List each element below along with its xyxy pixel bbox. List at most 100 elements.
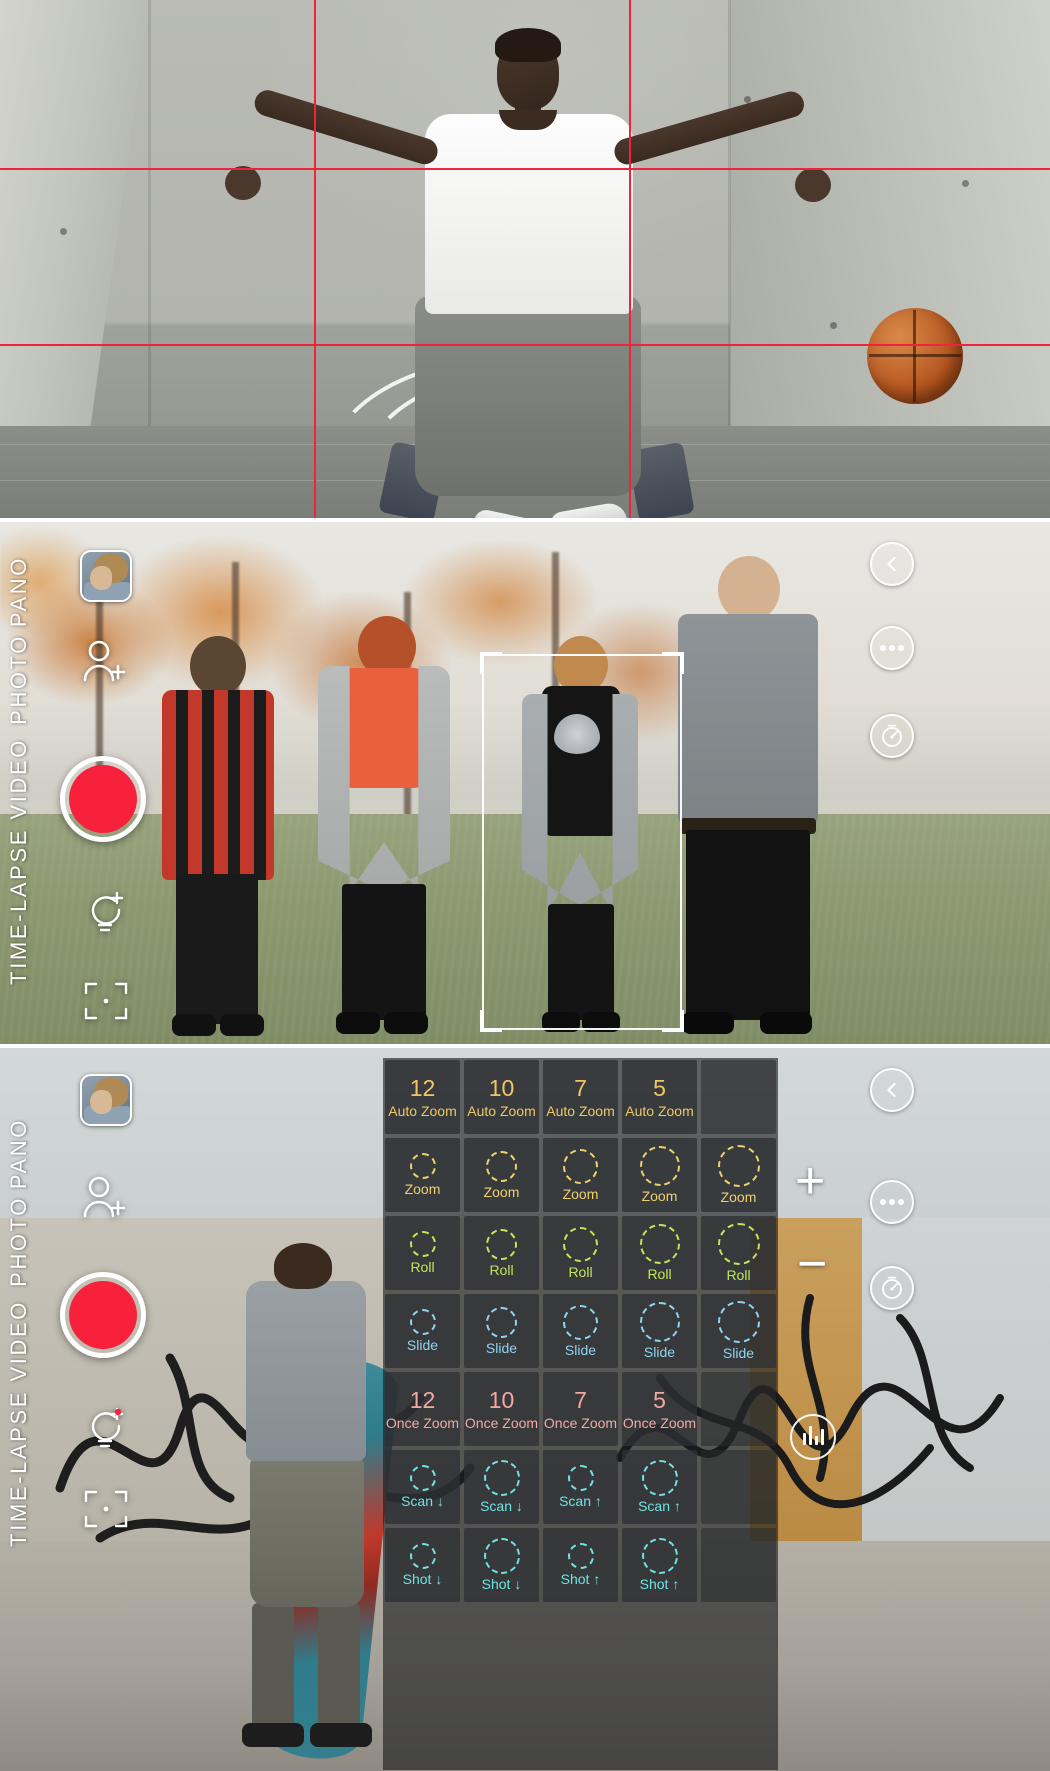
preset-label: Once Zoom	[464, 1414, 539, 1431]
preset-cell-roll-2[interactable]: Roll	[464, 1216, 539, 1290]
mode-video[interactable]: VIDEO	[6, 738, 58, 819]
collapse-button[interactable]	[870, 1068, 914, 1112]
preset-cell-shot-4[interactable]: Shot ↑	[622, 1528, 697, 1602]
preset-ring-icon	[409, 1543, 436, 1569]
preset-cell-scan-1[interactable]: Scan ↓	[385, 1450, 460, 1524]
preset-label: Once Zoom	[385, 1414, 460, 1431]
zoom-out-button[interactable]: −	[797, 1238, 827, 1290]
preset-cell-once-zoom-1[interactable]: 12 Once Zoom	[385, 1372, 460, 1446]
preset-ring-icon	[639, 1302, 680, 1342]
preset-ring-icon	[409, 1465, 436, 1491]
record-button[interactable]	[60, 1272, 146, 1358]
preset-cell-scan-3[interactable]: Scan ↑	[543, 1450, 618, 1524]
eq-bar	[808, 1426, 812, 1445]
preset-cell-empty	[701, 1450, 776, 1524]
preset-cell-roll-3[interactable]: Roll	[543, 1216, 618, 1290]
levels-button[interactable]	[790, 1414, 836, 1460]
more-button[interactable]	[870, 1180, 914, 1224]
preset-cell-auto-zoom-3[interactable]: 7 Auto Zoom	[543, 1060, 618, 1134]
fill-light-icon[interactable]	[84, 890, 126, 936]
preset-label: Roll	[726, 1267, 751, 1283]
preset-cell-scan-2[interactable]: Scan ↓	[464, 1450, 539, 1524]
motion-preset-grid: 12 Auto Zoom 10 Auto Zoom 7 Auto Zoom 5 Auto Zo…	[383, 1058, 778, 1770]
preset-cell-once-zoom-2[interactable]: 10 Once Zoom	[464, 1372, 539, 1446]
add-person-icon[interactable]	[82, 640, 128, 682]
preset-ring-icon	[717, 1145, 760, 1187]
preset-cell-roll-4[interactable]: Roll	[622, 1216, 697, 1290]
preset-ring-icon	[717, 1301, 760, 1343]
preset-cell-slide-2[interactable]: Slide	[464, 1294, 539, 1368]
preset-cell-scan-4[interactable]: Scan ↑	[622, 1450, 697, 1524]
preset-label: Shot ↓	[481, 1576, 522, 1592]
preset-cell-zoom-3[interactable]: Zoom	[543, 1138, 618, 1212]
mode-time-lapse[interactable]: TIME-LAPSE	[6, 828, 58, 985]
preset-ring-icon	[563, 1148, 598, 1184]
preset-cell-auto-zoom-4[interactable]: 5 Auto Zoom	[622, 1060, 697, 1134]
timer-button[interactable]	[870, 1266, 914, 1310]
timer-button[interactable]	[870, 714, 914, 758]
preset-label: Slide	[485, 1339, 518, 1356]
mode-video[interactable]: VIDEO	[6, 1300, 58, 1381]
mode-pano[interactable]: PANO	[6, 1118, 58, 1189]
preset-cell-once-zoom-4[interactable]: 5 Once Zoom	[622, 1372, 697, 1446]
preset-cell-zoom-5[interactable]: Zoom	[701, 1138, 776, 1212]
zoom-in-button[interactable]: +	[795, 1155, 825, 1207]
preset-label: Slide	[564, 1341, 597, 1358]
wall-bolt	[830, 322, 837, 329]
preset-cell-zoom-1[interactable]: Zoom	[385, 1138, 460, 1212]
person-woman	[310, 616, 460, 1036]
timer-icon	[882, 1276, 902, 1299]
preset-label: Slide	[722, 1345, 755, 1361]
preset-ring-icon	[567, 1543, 594, 1569]
preset-cell-once-zoom-3[interactable]: 7 Once Zoom	[543, 1372, 618, 1446]
preset-cell-shot-1[interactable]: Shot ↓	[385, 1528, 460, 1602]
record-button[interactable]	[60, 756, 146, 842]
more-button[interactable]	[870, 626, 914, 670]
mode-time-lapse[interactable]: TIME-LAPSE	[6, 1390, 58, 1547]
preset-cell-zoom-4[interactable]: Zoom	[622, 1138, 697, 1212]
preset-label: Once Zoom	[543, 1414, 618, 1431]
preset-cell-slide-4[interactable]: Slide	[622, 1294, 697, 1368]
preset-ring-icon	[409, 1309, 436, 1335]
chevron-left-icon	[887, 556, 896, 572]
preset-cell-auto-zoom-2[interactable]: 10 Auto Zoom	[464, 1060, 539, 1134]
subject-tracking-frame[interactable]	[480, 652, 684, 1032]
preset-label: Shot ↑	[560, 1571, 601, 1587]
preset-cell-zoom-2[interactable]: Zoom	[464, 1138, 539, 1212]
focus-frame-icon[interactable]	[82, 980, 130, 1022]
preset-cell-slide-5[interactable]: Slide	[701, 1294, 776, 1368]
preset-label: Scan ↓	[480, 1498, 523, 1514]
preset-ring-icon	[639, 1146, 680, 1186]
preset-ring-icon	[717, 1223, 760, 1265]
add-person-icon[interactable]	[82, 1176, 128, 1218]
preset-cell-roll-5[interactable]: Roll	[701, 1216, 776, 1290]
preset-ring-icon	[409, 1231, 436, 1257]
mode-pano[interactable]: PANO	[6, 556, 58, 627]
wall-seam	[148, 0, 151, 430]
preset-cell-shot-2[interactable]: Shot ↓	[464, 1528, 539, 1602]
preset-label: Roll	[647, 1266, 672, 1282]
preset-cell-auto-zoom-1[interactable]: 12 Auto Zoom	[385, 1060, 460, 1134]
fill-light-icon[interactable]	[84, 1406, 126, 1452]
focus-frame-icon[interactable]	[82, 1488, 130, 1530]
preset-label: Zoom	[562, 1185, 599, 1202]
preset-cell-shot-3[interactable]: Shot ↑	[543, 1528, 618, 1602]
mode-photo[interactable]: PHOTO	[6, 1196, 58, 1287]
preset-label: Scan ↑	[559, 1493, 602, 1509]
preset-cell-roll-1[interactable]: Roll	[385, 1216, 460, 1290]
panel-divider	[0, 518, 1050, 522]
mode-photo[interactable]: PHOTO	[6, 634, 58, 725]
preset-value: 7	[574, 1074, 587, 1101]
gallery-thumbnail[interactable]	[80, 550, 132, 602]
gallery-thumbnail[interactable]	[80, 1074, 132, 1126]
preset-cell-slide-1[interactable]: Slide	[385, 1294, 460, 1368]
collapse-button[interactable]	[870, 542, 914, 586]
preset-value: 5	[653, 1074, 666, 1101]
preset-cell-slide-3[interactable]: Slide	[543, 1294, 618, 1368]
preset-label: Once Zoom	[622, 1414, 697, 1431]
eq-bar	[814, 1436, 818, 1445]
preset-value: 12	[409, 1074, 436, 1101]
preset-ring-icon	[483, 1460, 520, 1496]
preset-label: Zoom	[641, 1188, 678, 1204]
preset-ring-icon	[567, 1465, 594, 1491]
